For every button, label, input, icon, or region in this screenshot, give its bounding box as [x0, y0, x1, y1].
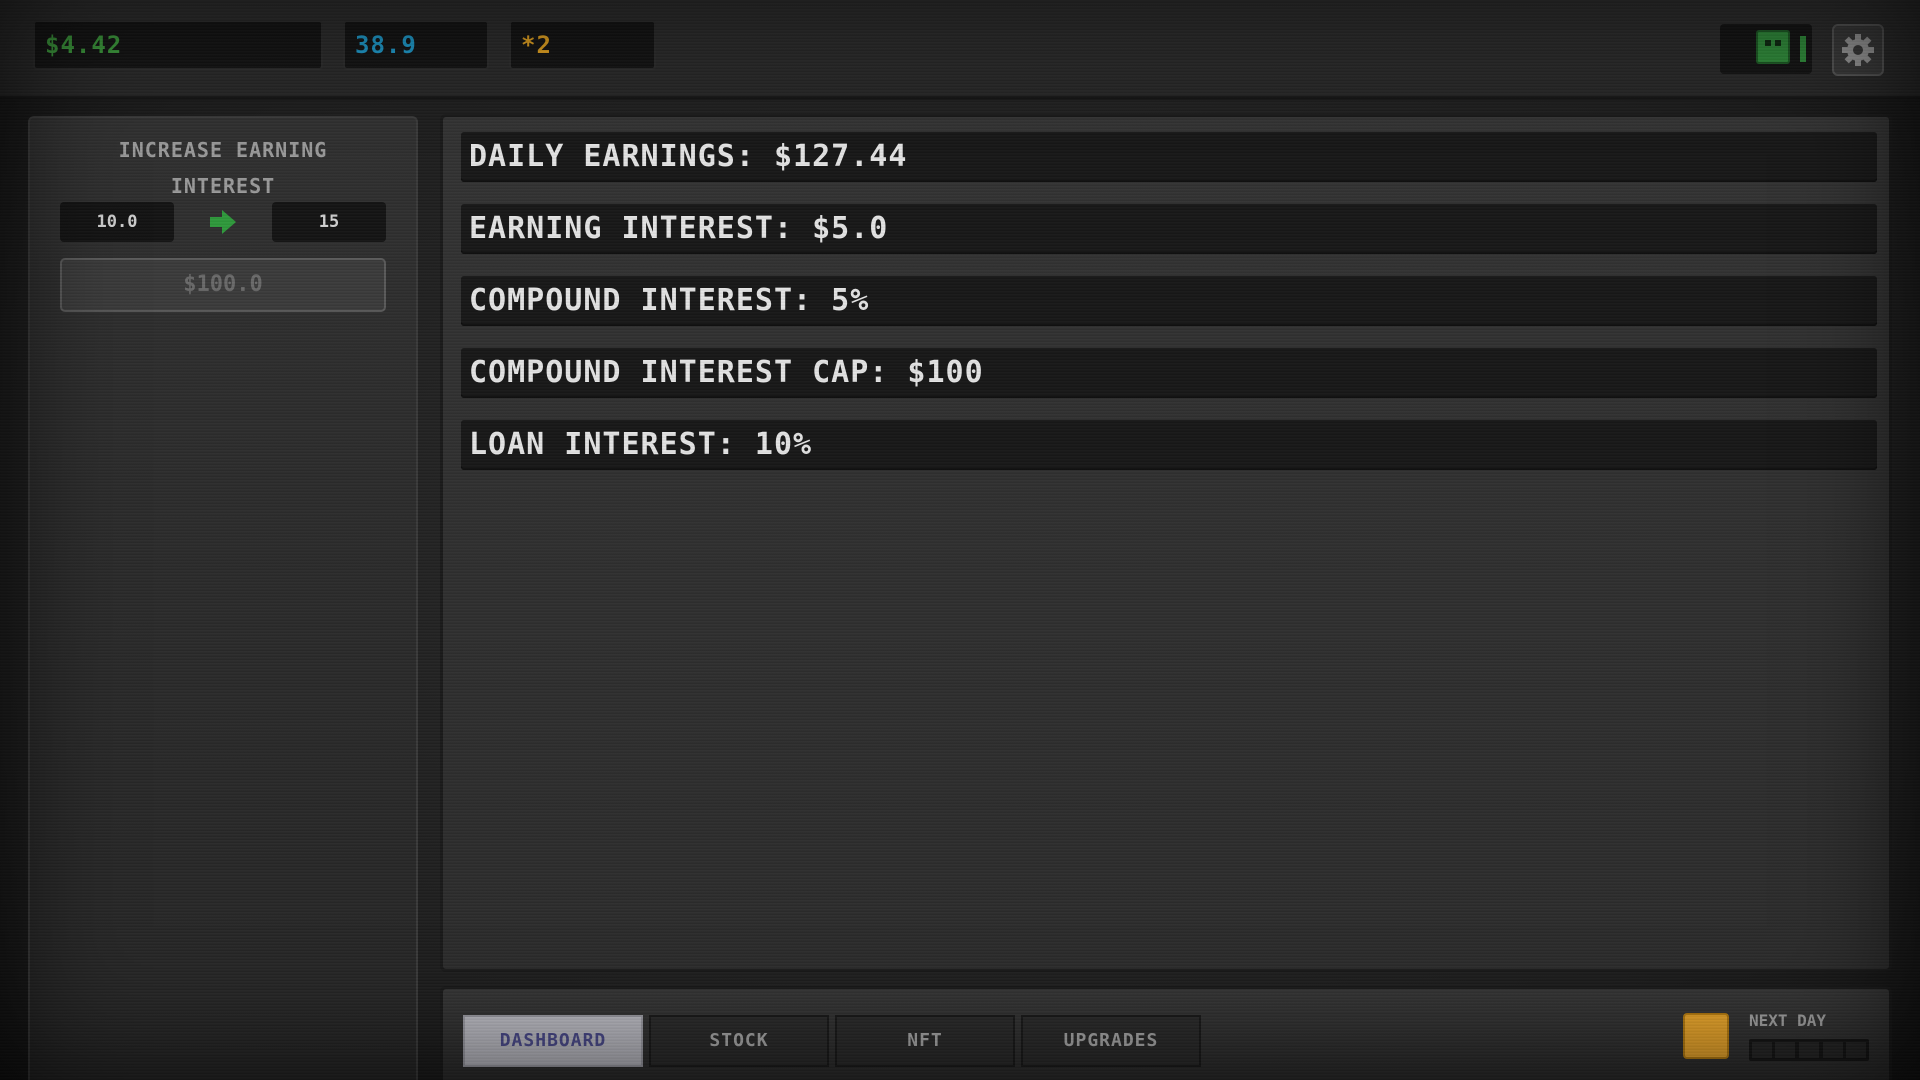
robot-status[interactable]	[1720, 24, 1812, 74]
dashboard-panel: DAILY EARNINGS: $127.44 EARNING INTEREST…	[440, 114, 1892, 972]
next-day-progress	[1749, 1039, 1869, 1061]
progress-segment	[1799, 1042, 1819, 1058]
current-value: 10.0	[60, 202, 174, 242]
upgrade-title: INCREASE EARNING INTEREST	[30, 132, 416, 204]
robot-level-bar	[1800, 36, 1806, 62]
bottom-nav: DASHBOARD STOCK NFT UPGRADES NEXT DAY	[440, 986, 1892, 1080]
upgrade-panel: INCREASE EARNING INTEREST 10.0 15 $100.0	[28, 116, 418, 1080]
tab-dashboard[interactable]: DASHBOARD	[463, 1015, 643, 1067]
tab-stock[interactable]: STOCK	[649, 1015, 829, 1067]
blue-stat-display: 38.9	[343, 20, 489, 70]
upgrade-title-line2: INTEREST	[170, 174, 276, 198]
compound-interest-row: COMPOUND INTEREST: 5%	[461, 276, 1877, 326]
progress-segment	[1846, 1042, 1866, 1058]
progress-segment	[1823, 1042, 1843, 1058]
buy-upgrade-button[interactable]: $100.0	[60, 258, 386, 312]
money-display: $4.42	[33, 20, 323, 70]
arrow-right-icon	[210, 210, 236, 234]
tab-nft[interactable]: NFT	[835, 1015, 1015, 1067]
upgrade-title-line1: INCREASE EARNING	[118, 138, 328, 162]
tab-upgrades[interactable]: UPGRADES	[1021, 1015, 1201, 1067]
next-day-button[interactable]	[1683, 1013, 1729, 1059]
compound-interest-cap-row: COMPOUND INTEREST CAP: $100	[461, 348, 1877, 398]
top-bar: $4.42 38.9 *2	[0, 0, 1920, 100]
next-day-label: NEXT DAY	[1749, 1011, 1827, 1030]
earning-interest-row: EARNING INTEREST: $5.0	[461, 204, 1877, 254]
loan-interest-row: LOAN INTEREST: 10%	[461, 420, 1877, 470]
star-stat-display: *2	[509, 20, 656, 70]
settings-button[interactable]	[1832, 24, 1884, 76]
progress-segment	[1752, 1042, 1772, 1058]
next-value: 15	[272, 202, 386, 242]
game-screen: $4.42 38.9 *2 INCREASE EARNING INTEREST …	[0, 0, 1920, 1080]
progress-segment	[1775, 1042, 1795, 1058]
daily-earnings-row: DAILY EARNINGS: $127.44	[461, 132, 1877, 182]
gear-icon	[1842, 34, 1874, 66]
robot-icon	[1756, 30, 1790, 64]
